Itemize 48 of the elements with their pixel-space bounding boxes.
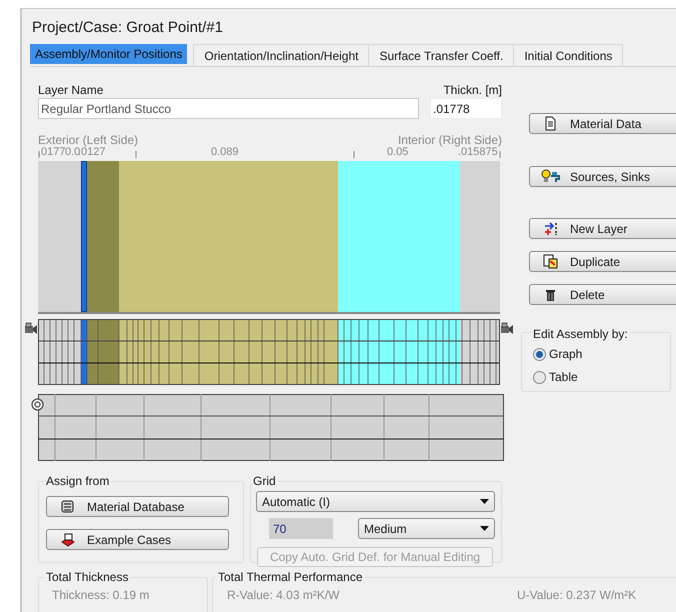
scale-value: .0177 <box>38 146 66 158</box>
document-icon <box>542 116 558 131</box>
button[interactable]: Material Data <box>529 113 676 134</box>
layer-name-field[interactable]: Regular Portland Stucco <box>38 98 419 119</box>
camera-icon <box>24 322 38 335</box>
r-value: R-Value: 4.03 m²K/W <box>227 587 340 604</box>
thickness-field[interactable]: .01778 <box>430 98 502 119</box>
button[interactable]: Sources, Sinks <box>529 166 676 187</box>
layer-block[interactable] <box>338 161 460 312</box>
button[interactable]: Material Database <box>46 496 229 517</box>
side-label: Interior (Right Side) <box>396 132 502 147</box>
dropdown[interactable]: Automatic (I) <box>256 491 495 512</box>
printer-icon <box>60 532 74 547</box>
radio-option[interactable]: Table <box>533 368 578 386</box>
caret-icon <box>480 499 489 504</box>
layer-block[interactable] <box>81 161 87 312</box>
thickness-value: Thickness: 0.19 m <box>52 587 150 604</box>
layer-block[interactable] <box>87 161 119 312</box>
scale-value: .015875 <box>458 146 498 158</box>
scale-value: 0.0 <box>65 146 80 158</box>
radio-option[interactable]: Graph <box>533 345 582 363</box>
arrow-and-plus-icon <box>542 221 558 236</box>
tab[interactable]: Orientation/Inclination/Height <box>193 44 370 66</box>
target-icon <box>31 398 44 411</box>
field-label: Layer Name <box>38 82 104 99</box>
copy-icon <box>542 254 558 269</box>
grid-count-field[interactable]: 70 <box>269 518 333 539</box>
button[interactable]: New Layer <box>529 218 676 239</box>
scale-value: 0.089 <box>211 146 239 158</box>
side-label: Exterior (Left Side) <box>38 132 138 147</box>
u-value: U-Value: 0.237 W/m²K <box>517 587 636 604</box>
tab[interactable]: Assembly/Monitor Positions <box>30 44 188 64</box>
layer-block[interactable] <box>460 161 500 312</box>
database-icon <box>60 499 74 514</box>
button[interactable]: Example Cases <box>46 529 229 550</box>
dropdown[interactable]: Medium <box>358 518 495 539</box>
tab[interactable]: Initial Conditions <box>513 44 624 66</box>
button[interactable]: Delete <box>529 284 676 305</box>
scale-value: 0.05 <box>387 146 408 158</box>
layer-block[interactable] <box>38 161 81 312</box>
scale-value: .0127 <box>78 146 106 158</box>
layer-block[interactable] <box>119 161 338 312</box>
caret-icon <box>480 526 489 531</box>
button[interactable]: Duplicate <box>529 251 676 272</box>
bulb-and-faucet-icon <box>540 169 560 184</box>
field-label: Thickn. [m] <box>442 82 502 99</box>
window-title: Project/Case: Groat Point/#1 <box>32 18 223 38</box>
camera-icon <box>500 322 514 335</box>
